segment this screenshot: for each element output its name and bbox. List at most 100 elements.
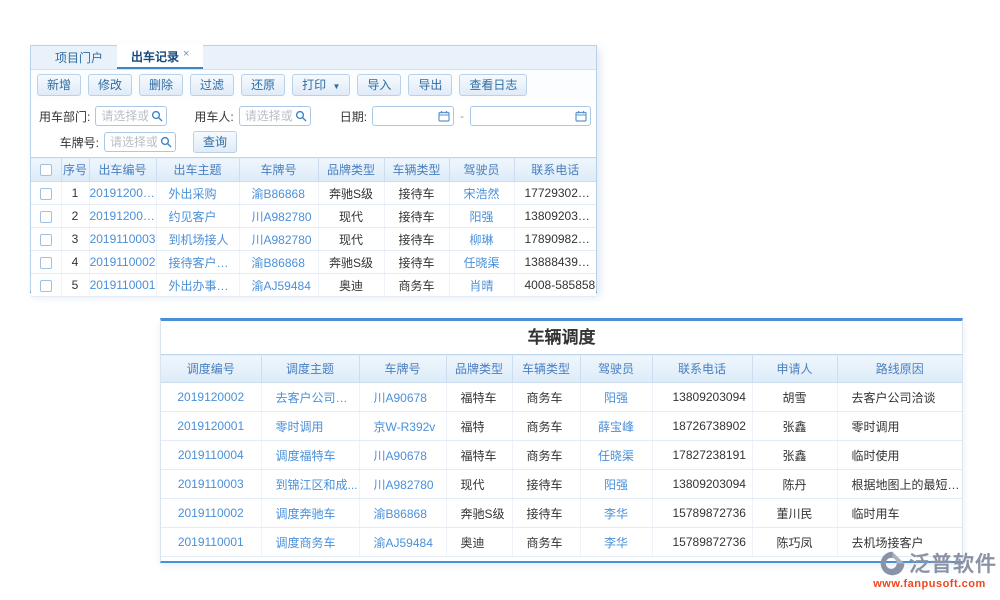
- cell-link[interactable]: 薛宝峰: [580, 412, 652, 441]
- checkbox-cell: [31, 182, 61, 205]
- table-cell: 临时用车: [837, 499, 962, 528]
- cell-link[interactable]: 2019120002: [89, 182, 156, 205]
- table-cell: 13809203094: [652, 470, 752, 499]
- cell-link[interactable]: 任晓渠: [449, 251, 514, 274]
- cell-link[interactable]: 渝B86868: [239, 251, 318, 274]
- search-icon[interactable]: [160, 136, 172, 148]
- tab-bar: 项目门户 出车记录×: [31, 46, 596, 70]
- cell-link[interactable]: 李华: [580, 499, 652, 528]
- cell-link[interactable]: 阳强: [449, 205, 514, 228]
- calendar-icon[interactable]: [438, 110, 450, 122]
- cell-link[interactable]: 到锦江区和成...: [261, 470, 359, 499]
- table-cell: 张鑫: [752, 412, 837, 441]
- cell-link[interactable]: 2019120001: [89, 205, 156, 228]
- cell-link[interactable]: 到机场接人: [156, 228, 239, 251]
- cell-link[interactable]: 2019110003: [89, 228, 156, 251]
- cell-link[interactable]: 2019120001: [161, 412, 261, 441]
- cell-link[interactable]: 阳强: [580, 470, 652, 499]
- cell-link[interactable]: 京W-R392v: [359, 412, 446, 441]
- restore-button[interactable]: 还原: [241, 74, 285, 96]
- cell-link[interactable]: 2019110002: [161, 499, 261, 528]
- table-row: 2019110003到锦江区和成...川A982780现代接待车阳强138092…: [161, 470, 962, 499]
- table-row: 2019110002调度奔驰车渝B86868奔驰S级接待车李华157898727…: [161, 499, 962, 528]
- table-row: 22019120001约见客户川A982780现代接待车阳强1380920309…: [31, 205, 596, 228]
- header-row: 序号出车编号出车主题车牌号品牌类型车辆类型驾驶员联系电话: [31, 158, 596, 182]
- cell-link[interactable]: 2019110002: [89, 251, 156, 274]
- table-cell: 2: [61, 205, 89, 228]
- brand-name: 泛普软件: [909, 548, 997, 578]
- table-row: 2019110004调度福特车川A90678福特车商务车任晓渠178272381…: [161, 441, 962, 470]
- cell-link[interactable]: 2019110004: [161, 441, 261, 470]
- column-header: 序号: [61, 158, 89, 182]
- view-log-button[interactable]: 查看日志: [459, 74, 527, 96]
- row-checkbox[interactable]: [40, 211, 52, 223]
- cell-link[interactable]: 川A982780: [359, 470, 446, 499]
- export-button[interactable]: 导出: [408, 74, 452, 96]
- cell-link[interactable]: 川A982780: [239, 205, 318, 228]
- import-button[interactable]: 导入: [357, 74, 401, 96]
- table-cell: 胡雪: [752, 383, 837, 412]
- table-cell: 奔驰S级: [318, 251, 384, 274]
- checkbox-cell: [31, 274, 61, 297]
- delete-button[interactable]: 删除: [139, 74, 183, 96]
- cell-link[interactable]: 柳琳: [449, 228, 514, 251]
- table-cell: 福特车: [446, 441, 512, 470]
- cell-link[interactable]: 2019110001: [161, 528, 261, 557]
- row-checkbox[interactable]: [40, 257, 52, 269]
- cell-link[interactable]: 调度福特车: [261, 441, 359, 470]
- table-cell: 接待车: [384, 205, 449, 228]
- brand-url[interactable]: www.fanpusoft.com: [862, 578, 997, 590]
- row-checkbox[interactable]: [40, 234, 52, 246]
- cell-link[interactable]: 2019110003: [161, 470, 261, 499]
- cell-link[interactable]: 2019120002: [161, 383, 261, 412]
- cell-link[interactable]: 川A90678: [359, 441, 446, 470]
- cell-link[interactable]: 调度商务车: [261, 528, 359, 557]
- cell-link[interactable]: 渝AJ59484: [239, 274, 318, 297]
- table-cell: 奔驰S级: [318, 182, 384, 205]
- cell-link[interactable]: 外出采购: [156, 182, 239, 205]
- date-end-input[interactable]: [470, 106, 591, 126]
- trip-record-panel: 项目门户 出车记录× 新增 修改 删除 过滤 还原 打印 ▼ 导入 导出 查看日…: [30, 45, 597, 293]
- column-header: 联系电话: [652, 355, 752, 383]
- row-checkbox[interactable]: [40, 188, 52, 200]
- cell-link[interactable]: 零时调用: [261, 412, 359, 441]
- table-cell: 陈丹: [752, 470, 837, 499]
- cell-link[interactable]: 约见客户: [156, 205, 239, 228]
- column-header: 申请人: [752, 355, 837, 383]
- cell-link[interactable]: 去客户公司洽谈: [261, 383, 359, 412]
- search-icon[interactable]: [151, 110, 163, 122]
- cell-link[interactable]: 渝B86868: [359, 499, 446, 528]
- calendar-icon[interactable]: [575, 110, 587, 122]
- cell-link[interactable]: 川A90678: [359, 383, 446, 412]
- select-all-checkbox[interactable]: [40, 164, 52, 176]
- cell-link[interactable]: 任晓渠: [580, 441, 652, 470]
- table-cell: 15789872736: [652, 528, 752, 557]
- cell-link[interactable]: 李华: [580, 528, 652, 557]
- cell-link[interactable]: 外出办事用车: [156, 274, 239, 297]
- new-button[interactable]: 新增: [37, 74, 81, 96]
- tab-project-portal[interactable]: 项目门户: [41, 45, 117, 69]
- edit-button[interactable]: 修改: [88, 74, 132, 96]
- column-header: 车辆类型: [512, 355, 580, 383]
- filter-button[interactable]: 过滤: [190, 74, 234, 96]
- close-icon[interactable]: ×: [183, 48, 189, 60]
- cell-link[interactable]: 渝B86868: [239, 182, 318, 205]
- cell-link[interactable]: 川A982780: [239, 228, 318, 251]
- cell-link[interactable]: 2019110001: [89, 274, 156, 297]
- chevron-down-icon: ▼: [332, 82, 340, 91]
- print-button[interactable]: 打印 ▼: [292, 74, 350, 96]
- cell-link[interactable]: 肖晴: [449, 274, 514, 297]
- tab-trip-record[interactable]: 出车记录×: [117, 44, 203, 69]
- cell-link[interactable]: 渝AJ59484: [359, 528, 446, 557]
- cell-link[interactable]: 阳强: [580, 383, 652, 412]
- cell-link[interactable]: 接待客户用车: [156, 251, 239, 274]
- cell-link[interactable]: 宋浩然: [449, 182, 514, 205]
- table-cell: 陈巧凤: [752, 528, 837, 557]
- person-label: 用车人:: [194, 108, 233, 125]
- cell-link[interactable]: 调度奔驰车: [261, 499, 359, 528]
- search-button[interactable]: 查询: [193, 131, 237, 153]
- search-icon[interactable]: [295, 110, 307, 122]
- table-cell: 去客户公司洽谈: [837, 383, 962, 412]
- table-cell: 零时调用: [837, 412, 962, 441]
- row-checkbox[interactable]: [40, 280, 52, 292]
